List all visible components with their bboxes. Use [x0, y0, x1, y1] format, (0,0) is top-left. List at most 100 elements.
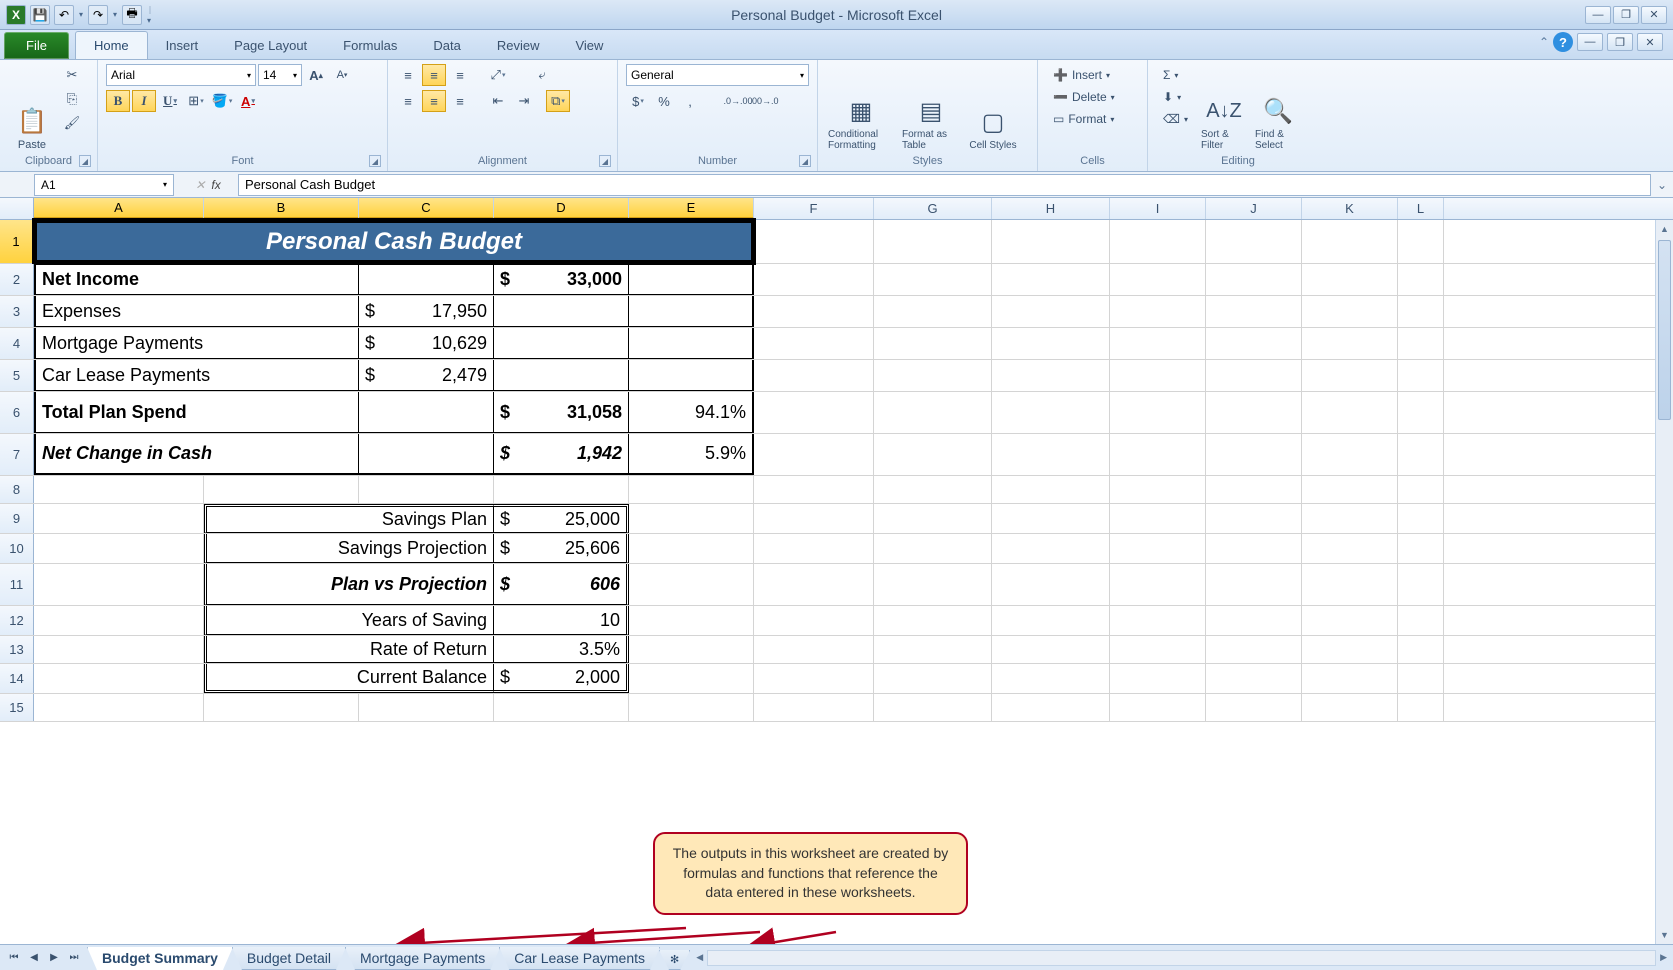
cell-C4[interactable]: $10,629 — [359, 328, 494, 359]
vertical-scrollbar[interactable]: ▲ ▼ — [1655, 220, 1673, 944]
align-right-icon[interactable]: ≡ — [448, 90, 472, 112]
sheet-nav-first-icon[interactable]: ⏮ — [4, 948, 24, 968]
print-icon[interactable]: 🖶 — [122, 5, 142, 25]
underline-button[interactable]: U — [158, 90, 182, 112]
horizontal-scrollbar[interactable] — [707, 950, 1656, 966]
minimize-button[interactable]: — — [1585, 6, 1611, 24]
decrease-indent-icon[interactable]: ⇤ — [486, 90, 510, 112]
col-header-G[interactable]: G — [874, 198, 992, 219]
col-header-K[interactable]: K — [1302, 198, 1398, 219]
tab-view[interactable]: View — [557, 32, 621, 59]
find-select-button[interactable]: 🔍 Find & Select — [1253, 64, 1303, 153]
formula-input[interactable]: Personal Cash Budget — [238, 174, 1651, 196]
close-button[interactable]: ✕ — [1641, 6, 1667, 24]
new-sheet-button[interactable]: ✻ — [659, 950, 690, 970]
align-top-icon[interactable]: ≡ — [396, 64, 420, 86]
row-header-7[interactable]: 7 — [0, 434, 34, 475]
increase-indent-icon[interactable]: ⇥ — [512, 90, 536, 112]
cancel-formula-icon[interactable]: ✕ — [195, 178, 205, 192]
row-header-8[interactable]: 8 — [0, 476, 34, 503]
number-format-select[interactable]: General▾ — [626, 64, 809, 86]
paste-button[interactable]: 📋 Paste — [8, 64, 56, 153]
hscroll-right-icon[interactable]: ▶ — [1660, 952, 1667, 963]
name-box[interactable]: A1▾ — [34, 174, 174, 196]
tab-page-layout[interactable]: Page Layout — [216, 32, 325, 59]
cell-E2[interactable] — [629, 264, 754, 295]
tab-data[interactable]: Data — [415, 32, 478, 59]
cell-D9[interactable]: $25,000 — [494, 504, 629, 533]
decrease-decimal-icon[interactable]: .00→.0 — [752, 90, 776, 112]
align-center-icon[interactable]: ≡ — [422, 90, 446, 112]
grow-font-icon[interactable]: A▴ — [304, 64, 328, 86]
cell-A4[interactable]: Mortgage Payments — [34, 328, 359, 359]
cell-A3[interactable]: Expenses — [34, 296, 359, 327]
col-header-J[interactable]: J — [1206, 198, 1302, 219]
tab-home[interactable]: Home — [75, 31, 148, 59]
row-header-12[interactable]: 12 — [0, 606, 34, 635]
format-as-table-button[interactable]: ▤ Format as Table — [900, 64, 962, 153]
fill-button[interactable]: ⬇▾ — [1156, 86, 1195, 108]
cell-B9[interactable]: Savings Plan — [204, 504, 494, 533]
expand-formula-bar-icon[interactable]: ⌄ — [1651, 178, 1673, 192]
workbook-minimize-button[interactable]: — — [1577, 33, 1603, 51]
align-middle-icon[interactable]: ≡ — [422, 64, 446, 86]
sheet-tab-budget-summary[interactable]: Budget Summary — [87, 947, 233, 970]
cell-H1[interactable] — [992, 220, 1110, 263]
font-color-icon[interactable]: A — [236, 90, 260, 112]
increase-decimal-icon[interactable]: .0→.00 — [726, 90, 750, 112]
tab-file[interactable]: File — [4, 32, 69, 59]
clear-button[interactable]: ⌫▾ — [1156, 108, 1195, 130]
number-launcher[interactable]: ◢ — [799, 155, 811, 167]
merge-center-icon[interactable]: ⧉ — [546, 90, 570, 112]
cell-B10[interactable]: Savings Projection — [204, 534, 494, 563]
accounting-format-icon[interactable]: $ — [626, 90, 650, 112]
undo-icon[interactable]: ↶ — [54, 5, 74, 25]
format-cells-button[interactable]: ▭Format▾ — [1046, 108, 1122, 130]
format-painter-icon[interactable]: 🖌 — [60, 112, 84, 134]
cell-J1[interactable] — [1206, 220, 1302, 263]
conditional-formatting-button[interactable]: ▦ Conditional Formatting — [826, 64, 896, 153]
sheet-nav-prev-icon[interactable]: ◀ — [24, 948, 44, 968]
row-header-9[interactable]: 9 — [0, 504, 34, 533]
cell-E3[interactable] — [629, 296, 754, 327]
wrap-text-icon[interactable]: ⤶ — [530, 64, 554, 86]
row-header-11[interactable]: 11 — [0, 564, 34, 605]
cell-C2[interactable] — [359, 264, 494, 295]
fill-color-icon[interactable]: 🪣 — [210, 90, 234, 112]
row-header-10[interactable]: 10 — [0, 534, 34, 563]
row-header-2[interactable]: 2 — [0, 264, 34, 295]
orientation-icon[interactable]: ⤢ — [486, 64, 510, 86]
shrink-font-icon[interactable]: A▾ — [330, 64, 354, 86]
sheet-tab-budget-detail[interactable]: Budget Detail — [232, 947, 346, 970]
workbook-restore-button[interactable]: ❐ — [1607, 33, 1633, 51]
cell-D3[interactable] — [494, 296, 629, 327]
qat-customize[interactable]: ｜▾ — [146, 5, 152, 25]
row-header-15[interactable]: 15 — [0, 694, 34, 721]
delete-cells-button[interactable]: ➖Delete▾ — [1046, 86, 1122, 108]
col-header-D[interactable]: D — [494, 198, 629, 219]
copy-icon[interactable]: ⎘ — [60, 88, 84, 110]
tab-insert[interactable]: Insert — [148, 32, 217, 59]
row-header-6[interactable]: 6 — [0, 392, 34, 433]
sort-filter-button[interactable]: A↓Z Sort & Filter — [1199, 64, 1249, 153]
cell-D10[interactable]: $25,606 — [494, 534, 629, 563]
font-size-select[interactable]: 14▾ — [258, 64, 302, 86]
percent-format-icon[interactable]: % — [652, 90, 676, 112]
tab-review[interactable]: Review — [479, 32, 558, 59]
insert-cells-button[interactable]: ➕Insert▾ — [1046, 64, 1122, 86]
select-all-corner[interactable] — [0, 198, 34, 219]
redo-icon[interactable]: ↷ — [88, 5, 108, 25]
row-header-3[interactable]: 3 — [0, 296, 34, 327]
cell-E7[interactable]: 5.9% — [629, 434, 754, 475]
cell-A6[interactable]: Total Plan Spend — [34, 392, 359, 433]
col-header-I[interactable]: I — [1110, 198, 1206, 219]
align-bottom-icon[interactable]: ≡ — [448, 64, 472, 86]
font-name-select[interactable]: Arial▾ — [106, 64, 256, 86]
row-header-5[interactable]: 5 — [0, 360, 34, 391]
hscroll-left-icon[interactable]: ◀ — [696, 952, 703, 963]
row-header-14[interactable]: 14 — [0, 664, 34, 693]
cell-C3[interactable]: $17,950 — [359, 296, 494, 327]
workbook-close-button[interactable]: ✕ — [1637, 33, 1663, 51]
font-launcher[interactable]: ◢ — [369, 155, 381, 167]
cell-G1[interactable] — [874, 220, 992, 263]
